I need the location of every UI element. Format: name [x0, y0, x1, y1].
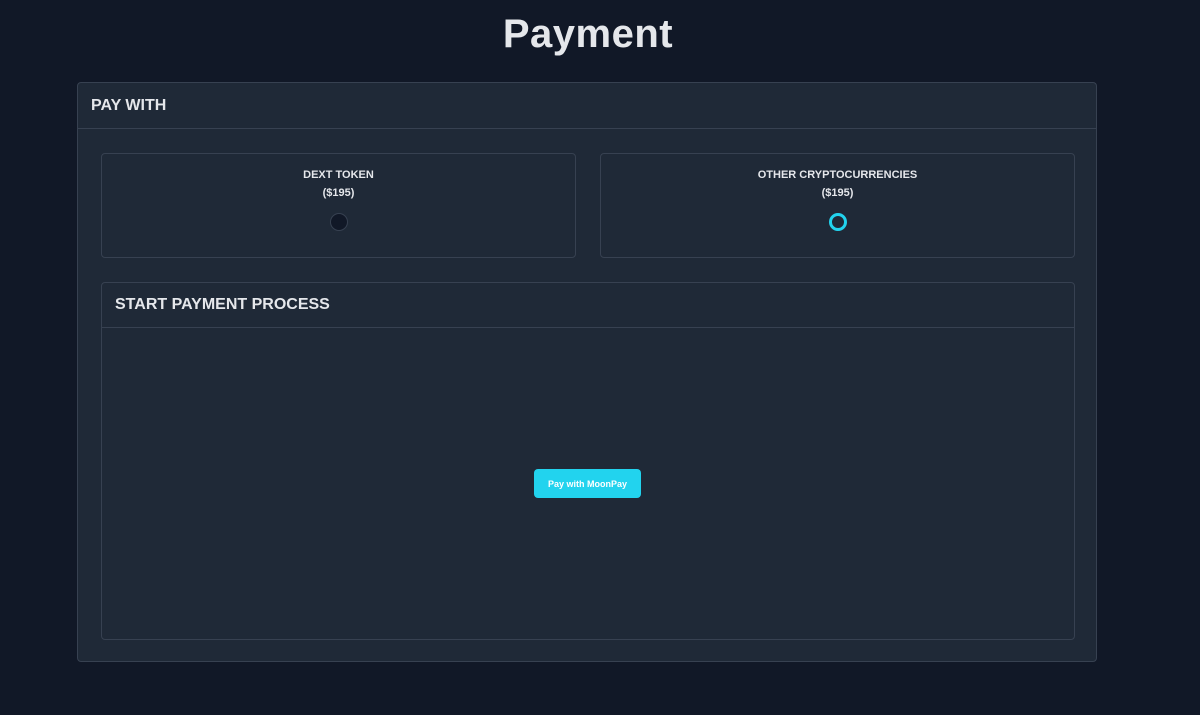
option-dext-token-label: DEXT TOKEN: [303, 169, 374, 181]
pay-with-header: PAY WITH: [78, 83, 1096, 129]
option-other-crypto-price: ($195): [821, 187, 854, 199]
page-title: Payment: [502, 12, 674, 56]
dext-token-radio[interactable]: [329, 213, 348, 231]
pay-with-moonpay-button[interactable]: Pay with MoonPay: [534, 469, 641, 498]
payment-process-header: START PAYMENT PROCESS: [102, 283, 1074, 328]
pay-with-card: PAY WITH DEXT TOKEN ($195) OTHER CRYPTOC…: [77, 82, 1097, 662]
option-dext-token-price: ($195): [322, 187, 355, 199]
payment-process-title: START PAYMENT PROCESS: [115, 296, 330, 313]
option-other-crypto-label: OTHER CRYPTOCURRENCIES: [757, 169, 918, 181]
payment-page: Payment PAY WITH DEXT TOKEN ($195) OTHER…: [0, 0, 1200, 715]
option-dext-token[interactable]: DEXT TOKEN ($195): [101, 153, 576, 258]
other-crypto-radio[interactable]: [828, 213, 847, 231]
payment-process-panel: START PAYMENT PROCESS Pay with MoonPay: [101, 282, 1075, 640]
pay-with-title: PAY WITH: [91, 96, 167, 114]
option-other-cryptocurrencies[interactable]: OTHER CRYPTOCURRENCIES ($195): [600, 153, 1075, 258]
